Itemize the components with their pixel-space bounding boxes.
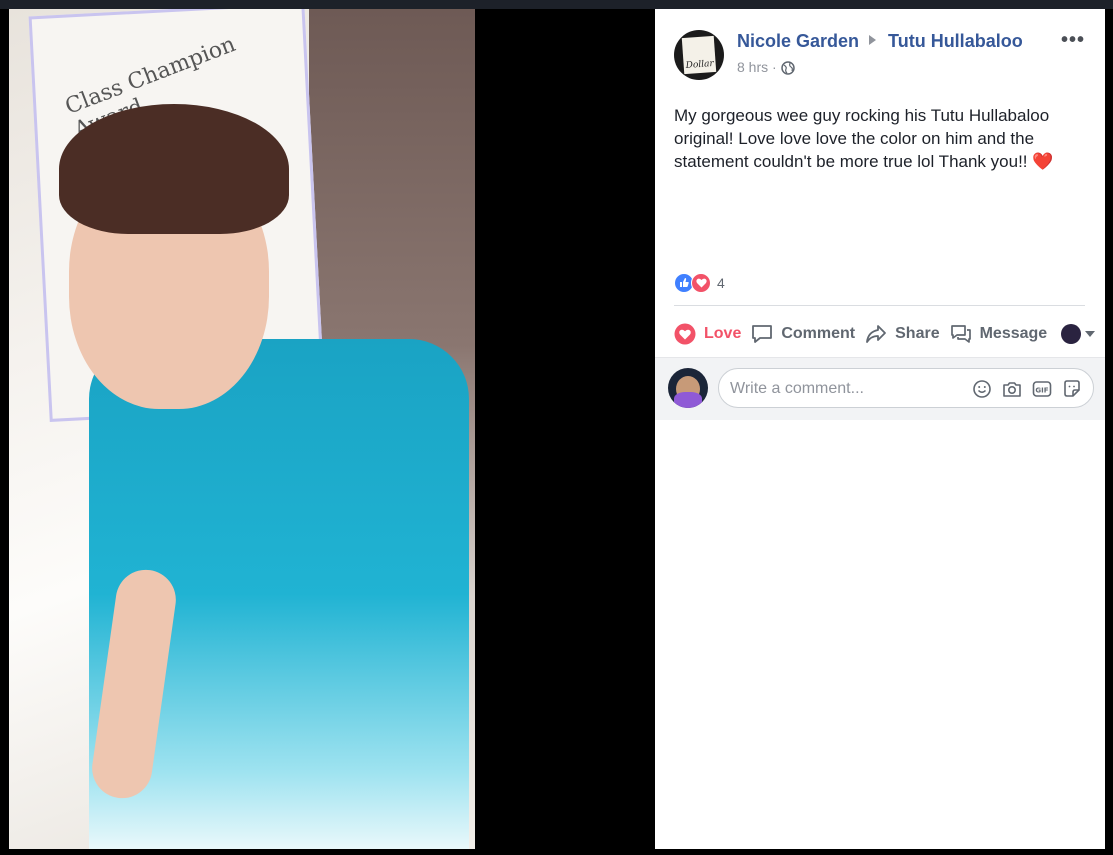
comment-input[interactable]: Write a comment... GIF <box>718 368 1094 408</box>
heart-icon <box>674 323 696 345</box>
message-icon <box>950 323 972 345</box>
chevron-down-icon[interactable] <box>1085 331 1096 337</box>
post-header: Nicole Garden Tutu Hullabaloo <box>737 31 1023 52</box>
camera-icon[interactable] <box>1001 378 1023 400</box>
avatar-sign: Dollar <box>681 35 717 75</box>
avatar-sign-text: Dollar <box>685 59 715 71</box>
share-icon <box>865 323 887 345</box>
post-time[interactable]: 8 hrs <box>737 59 768 75</box>
post-text: My gorgeous wee guy rocking his Tutu Hul… <box>674 104 1084 173</box>
divider <box>674 305 1085 306</box>
love-label: Love <box>704 325 742 342</box>
photo-viewer: Class Champion Award <box>0 9 655 855</box>
comment-tools: GIF <box>971 378 1083 400</box>
post-text-body: My gorgeous wee guy rocking his Tutu Hul… <box>674 106 1050 171</box>
comment-button[interactable]: Comment <box>751 323 855 345</box>
avatar-dress <box>674 392 702 408</box>
share-button[interactable]: Share <box>865 323 940 345</box>
post-sidebar: Dollar Nicole Garden Tutu Hullabaloo 8 hr… <box>655 9 1105 849</box>
svg-text:GIF: GIF <box>1035 387 1048 395</box>
gif-icon[interactable]: GIF <box>1031 378 1053 400</box>
reaction-count: 4 <box>717 275 725 291</box>
photo-hair <box>59 104 289 234</box>
love-reaction-icon <box>691 273 711 293</box>
comment-composer: Write a comment... GIF <box>655 357 1105 420</box>
message-button[interactable]: Message <box>950 323 1048 345</box>
heart-emoji: ❤️ <box>1032 152 1054 171</box>
author-name[interactable]: Nicole Garden <box>737 31 859 51</box>
comment-placeholder: Write a comment... <box>730 380 864 397</box>
post-photo[interactable]: Class Champion Award <box>9 9 475 849</box>
emoji-icon[interactable] <box>971 378 993 400</box>
love-button[interactable]: Love <box>674 323 741 345</box>
globe-icon[interactable] <box>780 61 795 78</box>
meta-separator: · <box>772 59 777 75</box>
share-label: Share <box>895 325 940 342</box>
arrow-right-icon <box>869 35 877 45</box>
message-label: Message <box>979 325 1048 342</box>
post-meta: 8 hrs · <box>737 59 795 78</box>
sticker-icon[interactable] <box>1061 378 1083 400</box>
author-avatar[interactable]: Dollar <box>674 30 724 80</box>
reactions-summary[interactable]: 4 <box>674 273 725 293</box>
comment-label: Comment <box>781 325 856 342</box>
target-page-name[interactable]: Tutu Hullabaloo <box>888 31 1023 51</box>
reaction-avatar-selector[interactable] <box>1061 324 1082 344</box>
action-bar: Love Comment Share Message <box>674 317 1105 351</box>
comment-icon <box>751 323 773 345</box>
more-options-button[interactable]: ••• <box>1061 29 1085 52</box>
top-bar <box>0 0 1113 9</box>
commenter-avatar <box>668 368 708 408</box>
